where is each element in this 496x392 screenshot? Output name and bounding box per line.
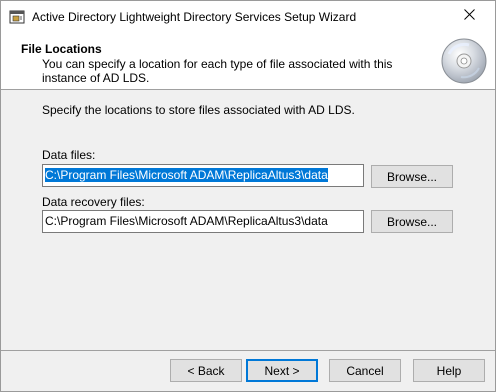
wizard-header: File Locations You can specify a locatio… [1, 32, 495, 90]
recovery-files-input[interactable]: C:\Program Files\Microsoft ADAM\ReplicaA… [42, 210, 364, 233]
window-title: Active Directory Lightweight Directory S… [32, 10, 357, 24]
page-description: You can specify a location for each type… [42, 57, 393, 85]
help-button[interactable]: Help [413, 359, 485, 382]
close-button[interactable] [445, 1, 494, 31]
footer-divider [1, 350, 495, 351]
instruction-text: Specify the locations to store files ass… [42, 103, 355, 117]
cancel-button[interactable]: Cancel [329, 359, 401, 382]
cd-disc-icon [439, 36, 489, 86]
next-button[interactable]: Next > [246, 359, 318, 382]
back-button[interactable]: < Back [170, 359, 242, 382]
setup-wizard-window: Active Directory Lightweight Directory S… [0, 0, 496, 392]
data-files-browse-button[interactable]: Browse... [371, 165, 453, 188]
page-title: File Locations [21, 42, 102, 56]
data-files-input[interactable]: C:\Program Files\Microsoft ADAM\ReplicaA… [42, 164, 364, 187]
recovery-files-value: C:\Program Files\Microsoft ADAM\ReplicaA… [45, 214, 328, 228]
recovery-files-browse-button[interactable]: Browse... [371, 210, 453, 233]
server-wizard-icon [9, 10, 25, 24]
close-icon [464, 9, 475, 23]
data-files-value: C:\Program Files\Microsoft ADAM\ReplicaA… [45, 168, 328, 182]
recovery-files-label: Data recovery files: [42, 195, 145, 209]
title-bar: Active Directory Lightweight Directory S… [1, 1, 495, 32]
data-files-label: Data files: [42, 148, 96, 162]
